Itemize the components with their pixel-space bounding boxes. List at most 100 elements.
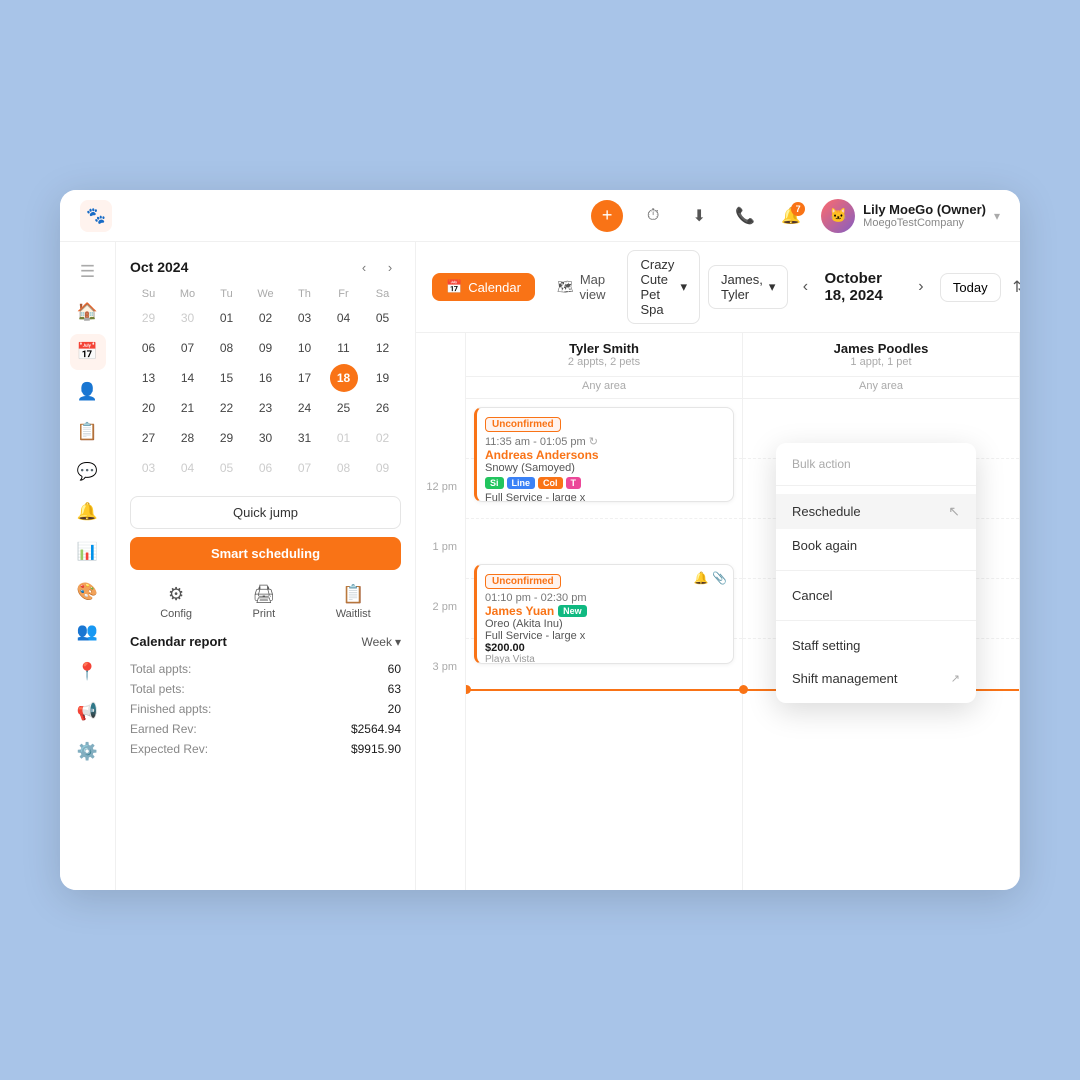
cal-day[interactable]: 20: [135, 394, 163, 422]
cal-day[interactable]: 06: [252, 454, 280, 482]
timer-button[interactable]: ⏱: [637, 200, 669, 232]
sidebar-item-settings[interactable]: ⚙️: [70, 734, 106, 770]
sidebar-item-location[interactable]: 📍: [70, 654, 106, 690]
cal-day[interactable]: 04: [330, 304, 358, 332]
next-month-button[interactable]: ›: [379, 256, 401, 278]
cal-day[interactable]: 16: [252, 364, 280, 392]
cal-day[interactable]: 26: [369, 394, 397, 422]
cal-day[interactable]: 28: [174, 424, 202, 452]
user-name: Lily MoeGo (Owner): [863, 202, 986, 217]
sidebar-item-marketing[interactable]: 📢: [70, 694, 106, 730]
cal-day[interactable]: 07: [291, 454, 319, 482]
sidebar-item-clients[interactable]: 👤: [70, 374, 106, 410]
tab-map-view[interactable]: 🗺 Map view: [543, 266, 620, 308]
cal-day[interactable]: 02: [252, 304, 280, 332]
context-menu-section-label: Bulk action: [776, 451, 976, 477]
cal-day[interactable]: 22: [213, 394, 241, 422]
add-button[interactable]: +: [591, 200, 623, 232]
cal-day[interactable]: 07: [174, 334, 202, 362]
cal-day[interactable]: 01: [213, 304, 241, 332]
staff-selector[interactable]: James, Tyler ▾: [708, 265, 788, 309]
sidebar-item-alerts[interactable]: 🔔: [70, 494, 106, 530]
cal-day[interactable]: 05: [369, 304, 397, 332]
mini-calendar-month: Oct 2024: [130, 259, 188, 275]
cal-day[interactable]: 02: [369, 424, 397, 452]
cal-day[interactable]: 29: [213, 424, 241, 452]
user-menu[interactable]: 🐱 Lily MoeGo (Owner) MoegoTestCompany ▾: [821, 199, 1000, 233]
cal-day[interactable]: 29: [135, 304, 163, 332]
next-date-button[interactable]: ›: [912, 273, 930, 301]
cal-day[interactable]: 11: [330, 334, 358, 362]
cal-day[interactable]: 05: [213, 454, 241, 482]
map-tab-icon: 🗺: [557, 279, 574, 295]
time-slot: 2 pm: [416, 597, 465, 657]
left-panel: Oct 2024 ‹ › Su Mo Tu We Th Fr Sa 29: [116, 242, 416, 890]
cal-day[interactable]: 10: [291, 334, 319, 362]
sort-button[interactable]: ⇅: [1013, 271, 1020, 303]
cal-day[interactable]: 01: [330, 424, 358, 452]
waitlist-tool[interactable]: 📋 Waitlist: [336, 584, 371, 620]
cal-day[interactable]: 30: [252, 424, 280, 452]
phone-button[interactable]: 📞: [729, 200, 761, 232]
cal-day[interactable]: 19: [369, 364, 397, 392]
prev-date-button[interactable]: ‹: [796, 273, 814, 301]
cal-day[interactable]: 27: [135, 424, 163, 452]
cal-day[interactable]: 09: [252, 334, 280, 362]
shift-management-label: Shift management: [792, 671, 898, 686]
tab-calendar[interactable]: 📅 Calendar: [432, 273, 535, 301]
context-menu-staff-setting[interactable]: Staff setting: [776, 629, 976, 662]
download-button[interactable]: ⬇: [683, 200, 715, 232]
cal-day[interactable]: 03: [135, 454, 163, 482]
sidebar-item-analytics[interactable]: 📊: [70, 534, 106, 570]
sidebar-item-home[interactable]: 🏠: [70, 294, 106, 330]
print-tool[interactable]: 🖨 Print: [252, 584, 275, 620]
tag: T: [566, 477, 582, 489]
context-menu-book-again[interactable]: Book again: [776, 529, 976, 562]
appointment-card[interactable]: Unconfirmed 11:35 am - 01:05 pm ↻ Andrea…: [474, 407, 734, 502]
report-label: Earned Rev:: [130, 722, 197, 736]
sidebar-item-reports[interactable]: 📋: [70, 414, 106, 450]
report-period-selector[interactable]: Week ▾: [362, 635, 402, 649]
cal-day[interactable]: 04: [174, 454, 202, 482]
cal-day[interactable]: 24: [291, 394, 319, 422]
cal-day[interactable]: 09: [369, 454, 397, 482]
cal-day[interactable]: 06: [135, 334, 163, 362]
sidebar-item-menu[interactable]: ☰: [70, 254, 106, 290]
quick-jump-button[interactable]: Quick jump: [130, 496, 401, 529]
staff-column-tyler: Tyler Smith 2 appts, 2 pets Any area: [466, 333, 743, 890]
smart-scheduling-button[interactable]: Smart scheduling: [130, 537, 401, 570]
sidebar-item-calendar[interactable]: 📅: [70, 334, 106, 370]
cal-day[interactable]: 08: [213, 334, 241, 362]
location-selector[interactable]: Crazy Cute Pet Spa ▾: [627, 250, 699, 324]
appt-pet: Oreo (Akita Inu): [485, 618, 725, 630]
calendar-grid: Su Mo Tu We Th Fr Sa 29 30 01 02 03 04 0…: [130, 286, 401, 482]
sidebar-item-team[interactable]: 👥: [70, 614, 106, 650]
cal-day[interactable]: 03: [291, 304, 319, 332]
cal-day[interactable]: 08: [330, 454, 358, 482]
config-tool[interactable]: ⚙ Config: [160, 584, 192, 620]
cal-day[interactable]: 21: [174, 394, 202, 422]
cal-day[interactable]: 15: [213, 364, 241, 392]
appointment-card[interactable]: 🔔 📎 Unconfirmed 01:10 pm - 02:30 pm Jame…: [474, 564, 734, 664]
prev-month-button[interactable]: ‹: [353, 256, 375, 278]
context-menu-cancel[interactable]: Cancel: [776, 579, 976, 612]
sidebar-item-design[interactable]: 🎨: [70, 574, 106, 610]
cal-day[interactable]: 14: [174, 364, 202, 392]
cal-day[interactable]: 31: [291, 424, 319, 452]
context-menu-reschedule[interactable]: Reschedule ↖: [776, 494, 976, 529]
cal-day[interactable]: 12: [369, 334, 397, 362]
report-row-expected: Expected Rev: $9915.90: [130, 739, 401, 759]
report-header: Calendar report Week ▾: [130, 634, 401, 649]
cal-day[interactable]: 17: [291, 364, 319, 392]
cal-day-today[interactable]: 18: [330, 364, 358, 392]
today-button[interactable]: Today: [940, 273, 1001, 302]
main-layout: ☰ 🏠 📅 👤 📋 💬 🔔 📊 🎨 👥 📍 📢 ⚙️ Oct 2024 ‹: [60, 242, 1020, 890]
bell-button[interactable]: 🔔 7: [775, 200, 807, 232]
cal-day[interactable]: 30: [174, 304, 202, 332]
appt-action-icons: 🔔 📎: [694, 571, 727, 585]
context-menu-shift-management[interactable]: Shift management ↗: [776, 662, 976, 695]
cal-day[interactable]: 25: [330, 394, 358, 422]
cal-day[interactable]: 13: [135, 364, 163, 392]
sidebar-item-messages[interactable]: 💬: [70, 454, 106, 490]
cal-day[interactable]: 23: [252, 394, 280, 422]
